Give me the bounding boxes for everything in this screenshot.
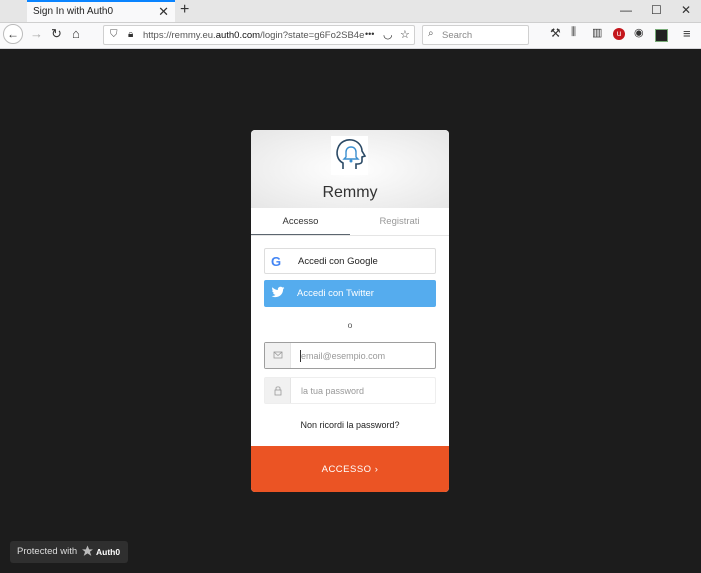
email-placeholder: email@esempio.com [301,351,386,361]
email-prefix [265,343,291,368]
head-bell-logo-icon [336,139,367,169]
padlock-icon [274,386,282,396]
menu-icon[interactable]: ≡ [683,26,691,41]
google-login-label: Accedi con Google [298,256,378,267]
login-card: Remmy Accesso Registrati G Accedi con Go… [251,130,449,492]
search-field[interactable]: ⌕ Search [422,25,529,45]
card-header: Remmy [251,130,449,208]
new-tab-button[interactable]: + [180,1,189,19]
reload-icon[interactable]: ↻ [51,26,62,42]
sidebar-icon[interactable]: ▥ [592,26,602,39]
active-tab[interactable]: Sign In with Auth0 ✕ [27,0,175,22]
email-field[interactable]: email@esempio.com [264,342,436,369]
navigation-toolbar: ← → ↻ ⌂ ⛉ 🔒︎ https://remmy.eu.auth0.com/… [0,23,701,49]
auth0-badge[interactable]: Protected with Auth0 [10,541,128,563]
twitter-login-label: Accedi con Twitter [297,288,374,299]
or-separator: o [347,320,353,330]
password-prefix [265,378,291,403]
auth0-shield-icon [82,545,93,556]
ublock-icon[interactable]: u [613,28,625,40]
pocket-icon[interactable]: ◡ [383,28,393,41]
address-bar[interactable]: ⛉ 🔒︎ https://remmy.eu.auth0.com/login?st… [103,25,415,45]
forgot-password-link[interactable]: Non ricordi la password? [251,420,449,430]
password-field[interactable]: la tua password [264,377,436,404]
envelope-icon [273,351,283,359]
back-icon[interactable]: ← [3,24,23,44]
tab-close-icon[interactable]: ✕ [158,4,169,20]
home-icon[interactable]: ⌂ [72,26,80,41]
tab-title: Sign In with Auth0 [33,6,114,17]
tab-login[interactable]: Accesso [251,208,350,235]
lock-icon[interactable]: 🔒︎ [128,29,133,40]
auth-tabs: Accesso Registrati [251,208,449,236]
forward-icon[interactable]: → [30,26,43,41]
window-close-button[interactable]: ✕ [681,3,691,17]
bookmark-star-icon[interactable]: ☆ [400,28,410,41]
maximize-button[interactable]: ☐ [651,3,662,17]
password-placeholder: la tua password [301,386,365,396]
url-text: https://remmy.eu.auth0.com/login?state=g… [143,30,365,41]
extension-icon[interactable] [655,29,668,42]
badge-brand: Auth0 [96,547,121,557]
minimize-button[interactable]: — [620,3,632,17]
app-logo [331,136,368,175]
search-placeholder: Search [442,30,473,41]
search-icon: ⌕ [428,28,434,39]
google-login-button[interactable]: G Accedi con Google [264,248,436,274]
submit-button[interactable]: ACCESSO › [251,446,449,492]
tab-signup[interactable]: Registrati [350,208,449,235]
tools-wrench-icon[interactable]: ⚒ [550,26,561,40]
tracking-protection-icon[interactable]: ⛉ [110,29,118,40]
tab-strip: Sign In with Auth0 ✕ + — ☐ ✕ [0,0,701,23]
library-icon[interactable]: ⫼ [571,26,576,39]
google-icon: G [271,254,282,269]
account-icon[interactable]: ◉ [634,26,644,39]
twitter-icon [271,286,285,298]
app-name: Remmy [322,184,378,201]
submit-label: ACCESSO › [321,464,379,475]
badge-label: Protected with [17,546,78,557]
page-actions-icon[interactable]: ••• [365,29,374,39]
twitter-login-button[interactable]: Accedi con Twitter [264,280,436,307]
